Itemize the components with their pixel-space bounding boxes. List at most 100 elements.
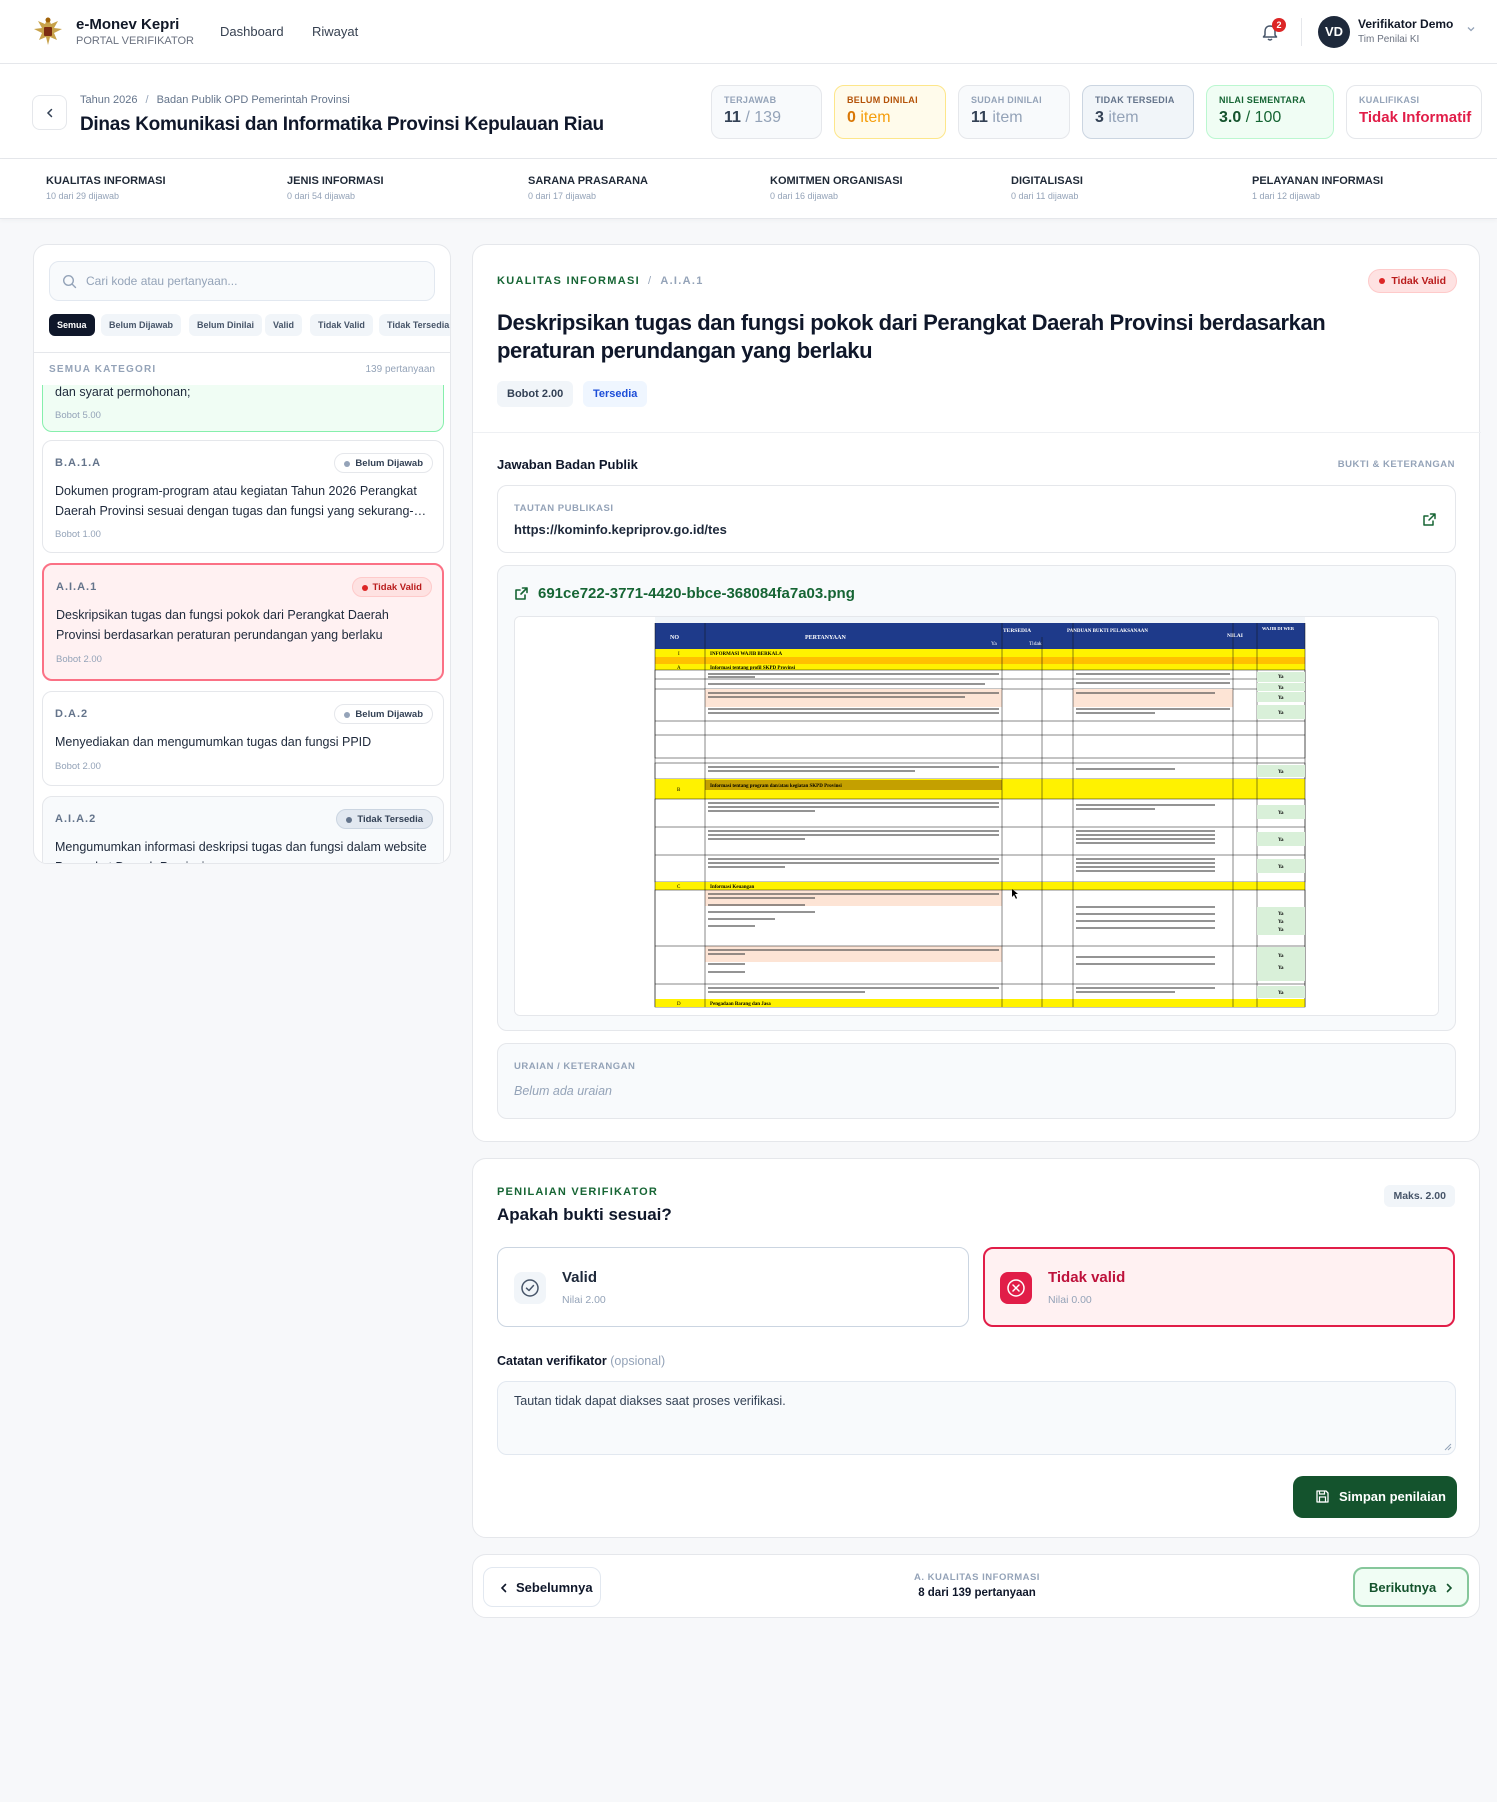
status-badge: Tidak Valid <box>1368 269 1457 293</box>
publication-link[interactable]: TAUTAN PUBLIKASI https://kominfo.kepripr… <box>497 485 1456 553</box>
invalid-option[interactable]: Tidak valid Nilai 0.00 <box>983 1247 1455 1327</box>
tab-progress: 0 dari 16 dijawab <box>770 191 839 201</box>
filter-belum-dinilai[interactable]: Belum Dinilai <box>189 314 263 336</box>
bobot-tag: Bobot 2.00 <box>497 381 574 407</box>
preview-cell-ya: Ya <box>1278 920 1284 925</box>
question-text: Deskripsikan tugas dan fungsi pokok dari… <box>56 608 389 642</box>
breadcrumb-separator: / <box>145 94 149 106</box>
status-dot <box>1379 278 1386 284</box>
page-header: Tahun 2026 / Badan Publik OPD Pemerintah P… <box>0 64 1497 159</box>
avatar[interactable]: VD <box>1318 16 1350 48</box>
stat-value: Tidak Informatif <box>1359 109 1472 126</box>
filter-tidak-tersedia[interactable]: Tidak Tersedia <box>379 314 450 336</box>
user-name: Verifikator Demo <box>1358 17 1454 31</box>
pager-section: A. KUALITAS INFORMASI <box>914 1572 1040 1583</box>
next-button[interactable]: Berikutnya <box>1353 1567 1469 1607</box>
back-button[interactable] <box>32 95 67 130</box>
list-item[interactable]: B.A.1.A Belum Dijawab Dokumen program-pr… <box>42 440 444 553</box>
question-sidebar: Cari kode atau pertanyaan... Semua Belum… <box>33 244 451 864</box>
list-item[interactable]: D.A.2 Belum Dijawab Menyediakan dan meng… <box>42 691 444 786</box>
category-tabs: KUALITAS INFORMASI 10 dari 29 dijawab JE… <box>0 159 1497 219</box>
filter-tidak-valid[interactable]: Tidak Valid <box>310 314 373 336</box>
preview-cell-ya: Ya <box>1278 838 1284 843</box>
question-bobot: Bobot 2.00 <box>56 654 102 665</box>
search-placeholder: Cari kode atau pertanyaan... <box>86 274 238 288</box>
divider <box>1301 18 1302 46</box>
tab-progress: 0 dari 17 dijawab <box>528 191 597 201</box>
verification-label: PENILAIAN VERIFIKATOR <box>497 1186 659 1198</box>
chevron-down-icon[interactable] <box>1466 24 1476 34</box>
filter-valid[interactable]: Valid <box>265 314 303 336</box>
save-button[interactable]: Simpan penilaian <box>1293 1476 1457 1518</box>
uraian-label: URAIAN / KETERANGAN <box>514 1061 636 1072</box>
tab-digitalisasi[interactable]: DIGITALISASI 0 dari 11 dijawab <box>1011 175 1083 201</box>
breadcrumb-group[interactable]: Badan Publik OPD Pemerintah Provinsi <box>157 94 350 106</box>
resize-handle-icon[interactable] <box>1444 1443 1452 1451</box>
link-label: TAUTAN PUBLIKASI <box>514 503 614 514</box>
file-name[interactable]: 691ce722-3771-4420-bbce-368084fa7a03.png <box>538 585 855 602</box>
question-bobot: Bobot 2.00 <box>55 761 101 772</box>
list-item-active[interactable]: A.I.A.1 Tidak Valid Deskripsikan tugas d… <box>42 563 444 681</box>
list-item[interactable]: A.I.A.2 Tidak Tersedia Mengumumkan infor… <box>42 796 444 863</box>
valid-option[interactable]: Valid Nilai 2.00 <box>497 1247 969 1327</box>
link-url[interactable]: https://kominfo.kepriprov.go.id/tes <box>514 522 727 537</box>
nav-dashboard[interactable]: Dashboard <box>220 24 284 39</box>
tab-sarana-prasarana[interactable]: SARANA PRASARANA 0 dari 17 dijawab <box>528 175 648 201</box>
answer-heading: Jawaban Badan Publik <box>497 457 638 472</box>
tab-pelayanan-informasi[interactable]: PELAYANAN INFORMASI 1 dari 12 dijawab <box>1252 175 1383 201</box>
evidence-file: 691ce722-3771-4420-bbce-368084fa7a03.png… <box>497 565 1456 1031</box>
question-text: Dokumen program-program atau kegiatan Ta… <box>55 484 427 518</box>
preview-header-ya: Ya <box>991 641 997 647</box>
question-pager: Sebelumnya A. KUALITAS INFORMASI 8 dari … <box>472 1554 1480 1618</box>
preview-section-text: Informasi tentang program dan/atau kegia… <box>710 784 842 789</box>
chevron-left-icon <box>46 108 53 118</box>
status-label: Belum Dijawab <box>355 709 423 720</box>
pager-position: 8 dari 139 pertanyaan <box>918 1587 1036 1599</box>
stat-value: 11 <box>724 109 741 126</box>
preview-section-text: Pengadaan Barang dan Jasa <box>710 1002 771 1007</box>
tab-label: PELAYANAN INFORMASI <box>1252 175 1384 187</box>
preview-cell-ya: Ya <box>1278 928 1284 933</box>
stat-unit: item <box>992 109 1023 126</box>
preview-header-wajib: WAJIB DI WEB <box>1262 626 1294 631</box>
answer-aside: BUKTI & KETERANGAN <box>1337 459 1455 470</box>
status-badge: Belum Dijawab <box>334 704 433 724</box>
nav-riwayat[interactable]: Riwayat <box>312 24 358 39</box>
preview-cell-ya: Ya <box>1278 711 1284 716</box>
preview-header-pertanyaan: PERTANYAAN <box>805 635 846 641</box>
stat-max: / 139 <box>745 109 781 126</box>
stat-label: TIDAK TERSEDIA <box>1095 95 1175 105</box>
preview-cell-ya: Ya <box>1278 696 1284 701</box>
tab-komitmen-organisasi[interactable]: KOMITMEN ORGANISASI 0 dari 16 dijawab <box>770 175 903 201</box>
file-preview[interactable]: NO PERTANYAAN TERSEDIA Ya Tidak PANDUAN … <box>514 616 1439 1016</box>
list-item[interactable]: dan syarat permohonan; Bobot 5.00 <box>42 385 444 432</box>
external-link-icon[interactable] <box>1422 512 1437 527</box>
stat-sudah-dinilai: SUDAH DINILAI 11 item <box>958 85 1070 139</box>
external-link-icon[interactable] <box>514 586 529 601</box>
tab-label: SARANA PRASARANA <box>528 175 648 187</box>
stat-terjawab: TERJAWAB 11 / 139 <box>711 85 822 139</box>
tab-jenis-informasi[interactable]: JENIS INFORMASI 0 dari 54 dijawab <box>287 175 384 201</box>
question-code: A.I.A.2 <box>55 813 97 825</box>
question-category: KUALITAS INFORMASI <box>497 275 640 287</box>
notes-textarea[interactable]: Tautan tidak dapat diakses saat proses v… <box>497 1381 1456 1455</box>
preview-cell-ya: Ya <box>1278 770 1284 775</box>
tab-progress: 0 dari 11 dijawab <box>1011 191 1079 201</box>
question-text: Mengumumkan informasi deskripsi tugas da… <box>55 840 427 863</box>
filter-semua[interactable]: Semua <box>49 314 95 336</box>
preview-header-nilai: NILAI <box>1227 633 1243 639</box>
brand[interactable]: e-Monev Kepri PORTAL VERIFIKATOR <box>76 16 194 47</box>
search-input[interactable]: Cari kode atau pertanyaan... <box>49 261 435 301</box>
status-dot <box>361 585 368 591</box>
filter-belum-dijawab[interactable]: Belum Dijawab <box>101 314 182 336</box>
option-score: Nilai 0.00 <box>1048 1294 1092 1306</box>
divider <box>34 352 450 353</box>
preview-cell-ya: Ya <box>1278 912 1284 917</box>
user-menu[interactable]: Verifikator Demo Tim Penilai KI <box>1358 17 1453 45</box>
tab-label: JENIS INFORMASI <box>287 175 384 187</box>
notification-button[interactable]: 2 <box>1260 18 1286 44</box>
stat-belum-dinilai: BELUM DINILAI 0 item <box>834 85 946 139</box>
app-subtitle: PORTAL VERIFIKATOR <box>76 35 194 47</box>
tab-kualitas-informasi[interactable]: KUALITAS INFORMASI 10 dari 29 dijawab <box>46 175 166 201</box>
breadcrumb-year[interactable]: Tahun 2026 <box>80 94 138 106</box>
